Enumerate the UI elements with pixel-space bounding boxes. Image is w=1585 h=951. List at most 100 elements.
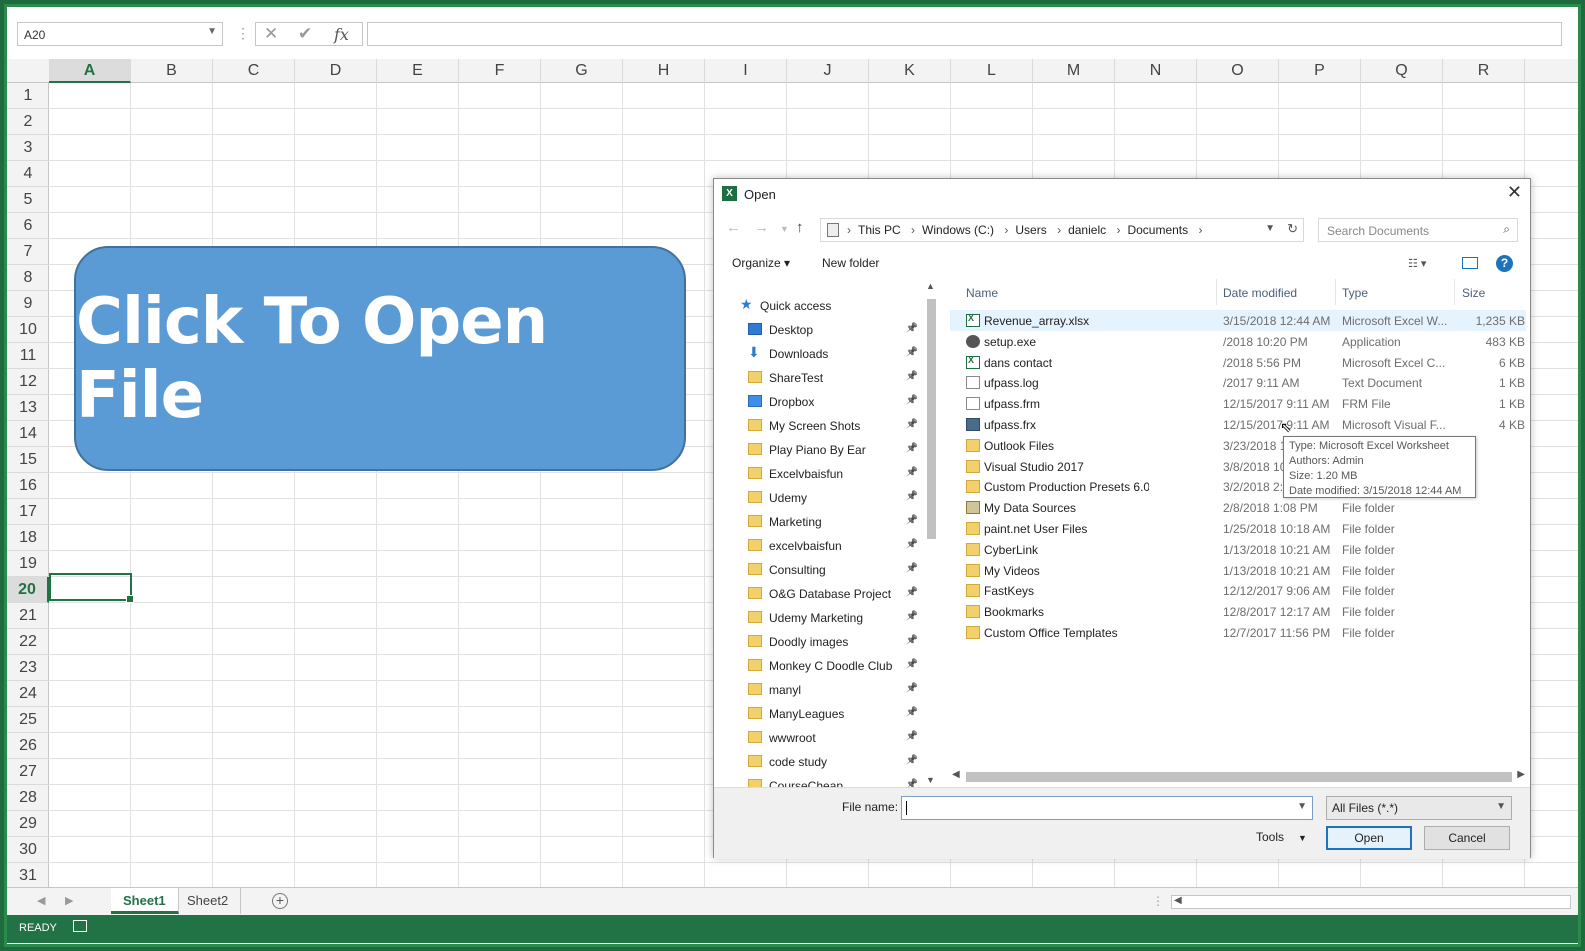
nav-item[interactable]: manyl 📌 xyxy=(714,679,922,702)
chevron-down-icon[interactable]: ▼ xyxy=(207,26,217,37)
row-header-2[interactable]: 2 xyxy=(7,109,49,135)
pin-icon[interactable]: 📌 xyxy=(906,515,918,526)
column-header-d[interactable]: D xyxy=(295,59,377,83)
row-header-20[interactable]: 20 xyxy=(7,577,49,603)
breadcrumb-danielc[interactable]: danielc xyxy=(1068,223,1106,237)
scroll-thumb[interactable] xyxy=(927,299,936,539)
chevron-down-icon[interactable]: ▼ xyxy=(1297,801,1307,812)
row-header-25[interactable]: 25 xyxy=(7,707,49,733)
pin-icon[interactable]: 📌 xyxy=(906,587,918,598)
macro-record-icon[interactable] xyxy=(73,920,87,932)
column-header-a[interactable]: A xyxy=(49,59,131,83)
nav-item[interactable]: Marketing 📌 xyxy=(714,511,922,534)
breadcrumb-users[interactable]: Users xyxy=(1015,223,1046,237)
row-header-18[interactable]: 18 xyxy=(7,525,49,551)
column-header-p[interactable]: P xyxy=(1279,59,1361,83)
file-row[interactable]: CyberLink 1/13/2018 10:21 AM File folder xyxy=(950,539,1526,560)
row-header-7[interactable]: 7 xyxy=(7,239,49,265)
address-bar[interactable]: › This PC › Windows (C:) › Users › danielc ›… xyxy=(820,218,1304,242)
insert-function-icon[interactable]: fx xyxy=(334,25,349,44)
tab-next-icon[interactable]: ▶ xyxy=(65,894,73,907)
dialog-title-bar[interactable]: X Open ✕ xyxy=(714,179,1530,209)
row-header-8[interactable]: 8 xyxy=(7,265,49,291)
close-icon[interactable]: ✕ xyxy=(1507,182,1522,203)
file-row[interactable]: FastKeys 12/12/2017 9:06 AM File folder xyxy=(950,580,1526,601)
pin-icon[interactable]: 📌 xyxy=(906,611,918,622)
nav-item[interactable]: excelvbaisfun 📌 xyxy=(714,535,922,558)
search-input[interactable]: Search Documents ⌕ xyxy=(1318,218,1518,242)
chevron-down-icon[interactable]: ▼ xyxy=(1265,223,1275,234)
nav-item[interactable]: ★ Quick access xyxy=(714,295,922,318)
chevron-down-icon[interactable]: ▼ xyxy=(1496,801,1506,812)
row-header-23[interactable]: 23 xyxy=(7,655,49,681)
column-header-o[interactable]: O xyxy=(1197,59,1279,83)
column-size[interactable]: Size xyxy=(1462,286,1485,300)
file-row[interactable]: paint.net User Files 1/25/2018 10:18 AM Fi… xyxy=(950,518,1526,539)
pin-icon[interactable]: 📌 xyxy=(906,395,918,406)
recent-locations-icon[interactable]: ▼ xyxy=(780,224,789,234)
column-header-m[interactable]: M xyxy=(1033,59,1115,83)
file-row[interactable]: My Videos 1/13/2018 10:21 AM File folder xyxy=(950,560,1526,581)
row-header-19[interactable]: 19 xyxy=(7,551,49,577)
nav-pane-scrollbar[interactable]: ▲ ▼ xyxy=(925,281,937,785)
file-row[interactable]: My Data Sources 2/8/2018 1:08 PM File fold… xyxy=(950,497,1526,518)
row-header-16[interactable]: 16 xyxy=(7,473,49,499)
breadcrumb-documents[interactable]: Documents xyxy=(1127,223,1188,237)
nav-item[interactable]: Dropbox 📌 xyxy=(714,391,922,414)
row-header-10[interactable]: 10 xyxy=(7,317,49,343)
nav-item[interactable]: Consulting 📌 xyxy=(714,559,922,582)
row-header-28[interactable]: 28 xyxy=(7,785,49,811)
pin-icon[interactable]: 📌 xyxy=(906,443,918,454)
nav-item[interactable]: code study 📌 xyxy=(714,751,922,774)
nav-item[interactable]: Udemy 📌 xyxy=(714,487,922,510)
column-date-modified[interactable]: Date modified xyxy=(1223,286,1297,300)
row-header-17[interactable]: 17 xyxy=(7,499,49,525)
row-header-22[interactable]: 22 xyxy=(7,629,49,655)
scroll-left-icon[interactable]: ◀ xyxy=(952,769,960,780)
nav-item[interactable]: wwwroot 📌 xyxy=(714,727,922,750)
scroll-left-icon[interactable]: ◀ xyxy=(1174,895,1182,906)
horizontal-scrollbar[interactable]: ◀ xyxy=(1171,895,1571,909)
row-header-12[interactable]: 12 xyxy=(7,369,49,395)
column-header-c[interactable]: C xyxy=(213,59,295,83)
file-row[interactable]: ufpass.frm 12/15/2017 9:11 AM FRM File 1 KB xyxy=(950,393,1526,414)
column-header-f[interactable]: F xyxy=(459,59,541,83)
pin-icon[interactable]: 📌 xyxy=(906,731,918,742)
nav-item[interactable]: Udemy Marketing 📌 xyxy=(714,607,922,630)
formula-input[interactable] xyxy=(367,22,1562,46)
row-header-5[interactable]: 5 xyxy=(7,187,49,213)
nav-item[interactable]: Doodly images 📌 xyxy=(714,631,922,654)
pin-icon[interactable]: 📌 xyxy=(906,683,918,694)
row-header-9[interactable]: 9 xyxy=(7,291,49,317)
column-type[interactable]: Type xyxy=(1342,286,1368,300)
pin-icon[interactable]: 📌 xyxy=(906,371,918,382)
nav-item[interactable]: ⬇ Downloads 📌 xyxy=(714,343,922,366)
open-button[interactable]: Open xyxy=(1326,826,1412,850)
column-header-q[interactable]: Q xyxy=(1361,59,1443,83)
row-header-13[interactable]: 13 xyxy=(7,395,49,421)
breadcrumb-windows-c[interactable]: Windows (C:) xyxy=(922,223,994,237)
row-header-14[interactable]: 14 xyxy=(7,421,49,447)
forward-icon[interactable]: → xyxy=(754,219,769,236)
tab-sheet1[interactable]: Sheet1 xyxy=(111,888,179,914)
file-list-hscrollbar[interactable]: ◀ ▶ xyxy=(950,769,1525,784)
row-header-15[interactable]: 15 xyxy=(7,447,49,473)
pin-icon[interactable]: 📌 xyxy=(906,659,918,670)
cancel-icon[interactable]: ✕ xyxy=(264,24,278,44)
name-box[interactable]: A20 ▼ xyxy=(17,22,223,46)
nav-item[interactable]: CourseCheap 📌 xyxy=(714,775,922,787)
up-icon[interactable]: ↑ xyxy=(796,219,804,236)
nav-item[interactable]: My Screen Shots 📌 xyxy=(714,415,922,438)
scroll-right-icon[interactable]: ▶ xyxy=(1517,769,1525,780)
file-row[interactable]: dans contact/2018 5:56 PM Microsoft Excel… xyxy=(950,352,1526,373)
tab-prev-icon[interactable]: ◀ xyxy=(37,894,45,907)
column-header-b[interactable]: B xyxy=(131,59,213,83)
pin-icon[interactable]: 📌 xyxy=(906,563,918,574)
pin-icon[interactable]: 📌 xyxy=(906,419,918,430)
row-header-21[interactable]: 21 xyxy=(7,603,49,629)
add-sheet-icon[interactable]: + xyxy=(272,893,288,909)
row-header-11[interactable]: 11 xyxy=(7,343,49,369)
check-icon[interactable]: ✔ xyxy=(298,24,312,44)
refresh-icon[interactable]: ↻ xyxy=(1287,221,1298,237)
tab-splitter[interactable]: ⋮ xyxy=(1152,894,1164,908)
